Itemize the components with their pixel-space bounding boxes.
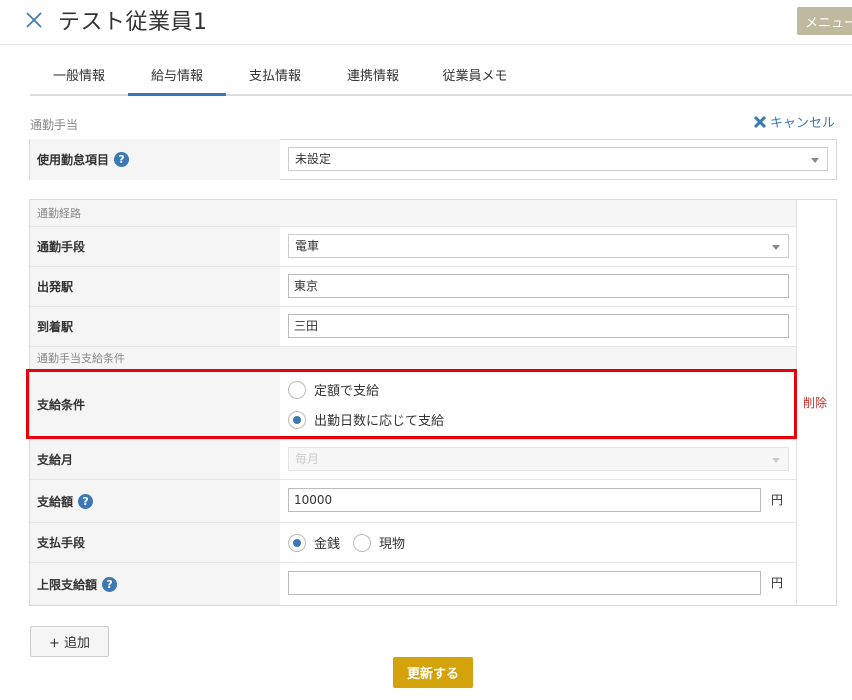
amount-row: 支給額 ? 10000 円	[30, 479, 796, 522]
route-means-select[interactable]: 電車	[288, 234, 789, 258]
attendance-item-select[interactable]: 未設定	[288, 147, 828, 171]
payment-method-value-cell: 金銭 現物	[280, 523, 796, 562]
cancel-link[interactable]: キャンセル	[753, 112, 835, 131]
tab-employee-memo[interactable]: 従業員メモ	[422, 62, 528, 94]
tab-payment[interactable]: 支払情報	[226, 62, 324, 94]
radio-cash[interactable]: 金銭	[288, 533, 340, 552]
amount-label: 支給額	[37, 494, 74, 509]
attendance-item-label: 使用勤怠項目	[37, 153, 110, 167]
route-subhead: 通勤経路	[30, 200, 796, 226]
tab-salary[interactable]: 給与情報	[128, 62, 226, 96]
radio-by-attendance-days[interactable]: 出勤日数に応じて支給	[288, 410, 444, 429]
page-title: テスト従業員1	[58, 10, 208, 35]
max-amount-input[interactable]	[288, 571, 761, 595]
cancel-label: キャンセル	[770, 116, 836, 131]
payment-month-row: 支給月 毎月	[30, 439, 796, 479]
column-divider	[796, 200, 797, 605]
departure-label: 出発駅	[30, 267, 280, 306]
radio-in-kind-label: 現物	[379, 537, 406, 552]
payment-month-select: 毎月	[288, 447, 789, 471]
help-icon[interactable]: ?	[102, 576, 118, 592]
radio-fixed-amount[interactable]: 定額で支給	[288, 380, 379, 399]
attendance-item-label-cell: 使用勤怠項目 ?	[30, 139, 280, 180]
route-means-value: 電車	[295, 239, 320, 253]
payment-method-label: 支払手段	[30, 523, 280, 562]
tab-general[interactable]: 一般情報	[30, 62, 128, 94]
max-amount-label: 上限支給額	[37, 577, 98, 592]
close-icon[interactable]	[24, 10, 44, 30]
amount-label-cell: 支給額 ?	[30, 480, 280, 522]
add-button[interactable]: + 追加	[30, 626, 109, 657]
header-divider	[0, 44, 852, 45]
attendance-item-value: 未設定	[295, 152, 332, 166]
arrival-label: 到着駅	[30, 307, 280, 346]
conditions-subhead: 通勤手当支給条件	[30, 346, 796, 369]
tab-bar: 一般情報 給与情報 支払情報 連携情報 従業員メモ	[30, 62, 852, 96]
arrival-value-cell: 三田	[280, 307, 796, 346]
update-button[interactable]: 更新する	[393, 657, 473, 688]
payment-month-value: 毎月	[295, 452, 320, 466]
section-label-commute: 通勤手当	[30, 118, 79, 132]
attendance-item-row: 使用勤怠項目 ? 未設定	[30, 139, 836, 180]
payment-month-value-cell: 毎月	[280, 440, 796, 479]
arrival-input[interactable]: 三田	[288, 314, 789, 338]
amount-value-cell: 10000 円	[280, 480, 796, 522]
route-panel: 通勤経路 通勤手段 電車 出発駅 東京 到着駅 三田 通勤手当支給条件 支給条件…	[29, 199, 837, 606]
menu-button[interactable]: メニュー	[797, 7, 852, 35]
departure-value-cell: 東京	[280, 267, 796, 306]
help-icon[interactable]: ?	[114, 152, 130, 167]
payment-month-label: 支給月	[30, 440, 280, 479]
max-amount-unit: 円	[771, 576, 784, 590]
route-means-row: 通勤手段 電車	[30, 226, 796, 266]
departure-input[interactable]: 東京	[288, 274, 789, 298]
amount-unit: 円	[771, 493, 784, 507]
max-amount-label-cell: 上限支給額 ?	[30, 563, 280, 605]
payment-condition-row: 支給条件 定額で支給 出勤日数に応じて支給	[30, 369, 796, 439]
radio-by-attendance-days-label: 出勤日数に応じて支給	[314, 414, 445, 429]
cancel-x-icon	[753, 115, 767, 129]
payment-condition-value-cell: 定額で支給 出勤日数に応じて支給	[280, 370, 796, 439]
payment-method-row: 支払手段 金銭 現物	[30, 522, 796, 562]
radio-in-kind[interactable]: 現物	[353, 533, 405, 552]
radio-in-kind-dot[interactable]	[353, 533, 371, 552]
radio-fixed-amount-dot[interactable]	[288, 380, 306, 399]
chevron-down-icon	[811, 158, 819, 163]
attendance-panel: 使用勤怠項目 ? 未設定	[29, 139, 837, 180]
help-icon[interactable]: ?	[78, 493, 94, 509]
route-means-label: 通勤手段	[30, 227, 280, 266]
radio-cash-dot[interactable]	[288, 533, 306, 552]
radio-fixed-amount-label: 定額で支給	[314, 384, 380, 399]
radio-by-attendance-days-dot[interactable]	[288, 410, 306, 429]
amount-input[interactable]: 10000	[288, 488, 761, 512]
attendance-item-value-cell: 未設定	[280, 139, 836, 180]
max-amount-row: 上限支給額 ? 円	[30, 562, 796, 605]
tab-integration[interactable]: 連携情報	[324, 62, 422, 94]
max-amount-value-cell: 円	[280, 563, 796, 605]
delete-link[interactable]: 削除	[803, 394, 827, 411]
payment-condition-label: 支給条件	[30, 370, 280, 439]
radio-cash-label: 金銭	[314, 537, 341, 552]
chevron-down-icon	[772, 245, 780, 250]
chevron-down-icon	[772, 458, 780, 463]
departure-row: 出発駅 東京	[30, 266, 796, 306]
arrival-row: 到着駅 三田	[30, 306, 796, 346]
route-means-value-cell: 電車	[280, 227, 796, 266]
